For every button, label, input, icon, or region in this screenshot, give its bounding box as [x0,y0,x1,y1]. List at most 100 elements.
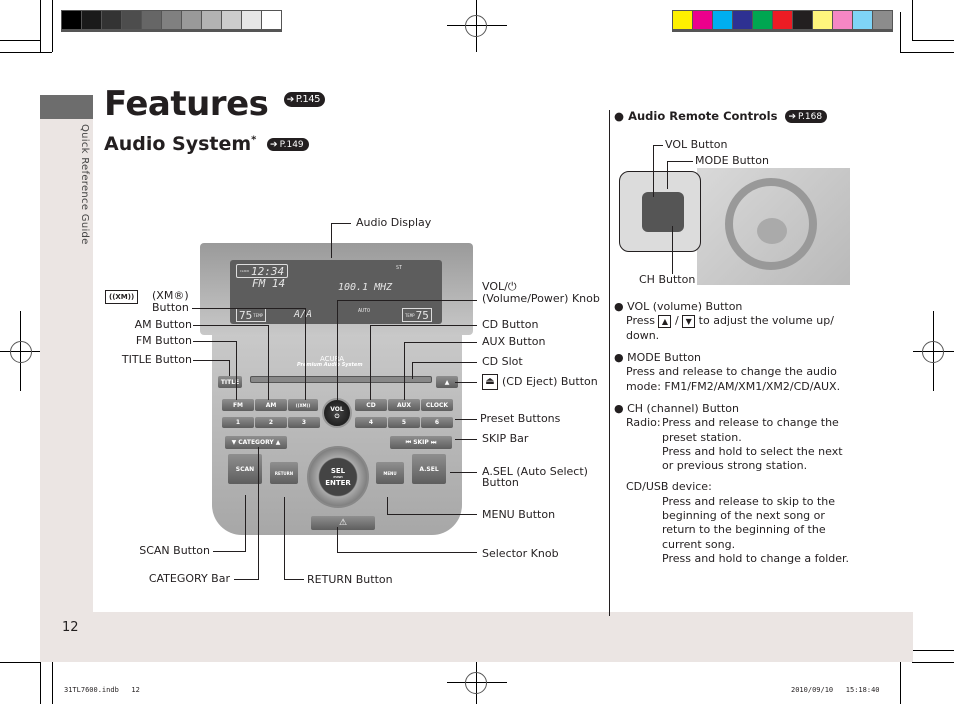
color-swatch [773,11,792,29]
color-swatch [793,11,812,29]
mode-readout: A/A [294,309,313,320]
temp-left: 75 TEMP [236,308,266,322]
file-slug: 31TL7600.indb 12 [64,686,140,694]
leader-line [234,579,258,580]
eject-icon: ⏏ [482,374,498,390]
color-swatch [222,11,241,29]
bullet-icon: ● [614,351,624,364]
category-bar[interactable]: ▼ CATEGORY ▲ [225,436,287,449]
leader-line [404,342,477,343]
callout-title-button: TITLE Button [121,353,192,366]
leader-line [331,223,332,258]
leader-line [337,300,338,400]
clock-readout: CLOCK 12:34 [236,264,289,278]
ch-cd-label: CD/USB device: [626,480,712,494]
color-swatch [833,11,852,29]
leader-line [667,161,668,189]
preset-button-4[interactable]: 4 [355,417,387,428]
leader-line [370,325,477,326]
crop-mark [0,40,40,41]
callout-eject-button: (CD Eject) Button [502,375,598,388]
color-swatch [142,11,161,29]
registration-mark [10,341,32,363]
skip-bar[interactable]: ⏮ SKIP ⏭ [390,436,452,449]
preset-button-5[interactable]: 5 [388,417,420,428]
volume-knob[interactable]: VOL ⏻ [322,398,352,428]
callout-xm-button-2: Button [152,301,189,314]
xm-badge: ((XM)) [105,290,139,304]
callout-remote-mode: MODE Button [695,154,769,167]
section-title: Audio System* ➔ P.149 [104,133,309,155]
grayscale-color-bar [61,10,282,32]
title-button[interactable]: TITLE [218,376,242,388]
up-arrow-icon: ▲ [658,314,672,328]
preset-button-2[interactable]: 2 [255,417,287,428]
ch-section-title: ● CH (channel) Button [614,402,740,415]
bullet-icon: ● [614,300,624,313]
callout-scan-button: SCAN Button [139,544,210,557]
callout-menu-button: MENU Button [482,508,556,521]
leader-line [455,419,477,420]
leader-line [337,527,338,552]
registration-mark [922,341,944,363]
callout-audio-display: Audio Display [356,216,432,229]
clock-button[interactable]: CLOCK [421,399,453,411]
leader-line [672,226,673,280]
steering-wheel-hub [757,218,787,244]
color-swatch [713,11,732,29]
asel-button[interactable]: A.SEL [412,454,446,484]
mode-section-line: Press and release to change the audio [626,365,837,379]
callout-category-bar: CATEGORY Bar [148,572,230,585]
remote-ref-link[interactable]: ➔ P.168 [785,110,828,123]
callout-remote-ch: CH Button [639,273,696,286]
callout-vol-knob-2: (Volume/Power) Knob [482,292,600,305]
section-ref-link[interactable]: ➔ P.149 [267,138,309,151]
aux-button[interactable]: AUX [388,399,420,411]
callout-preset-buttons: Preset Buttons [480,412,561,425]
leader-line [387,514,477,515]
remote-heading: ● Audio Remote Controls ➔ P.168 [614,109,828,123]
callout-aux-button: AUX Button [482,335,546,348]
leader-line [337,300,477,301]
color-swatch [673,11,692,29]
xm-button[interactable]: ((XM)) [288,399,318,411]
crop-mark [0,662,40,663]
preset-button-1[interactable]: 1 [222,417,254,428]
page-number: 12 [62,620,79,635]
vol-section-title: ● VOL (volume) Button [614,300,743,313]
column-divider [609,110,610,616]
leader-line [245,495,246,552]
leader-line [229,360,230,376]
process-color-bar [672,10,893,32]
color-swatch [262,11,281,29]
color-swatch [62,11,81,29]
print-timestamp: 2010/09/10 15:18:40 [791,686,880,694]
return-button[interactable]: RETURN [270,462,298,484]
hazard-button[interactable]: ⚠ [311,516,375,530]
bullet-icon: ● [614,402,624,415]
registration-mark [465,672,487,694]
band-readout: FM 14 [252,277,286,290]
cd-button[interactable]: CD [355,399,387,411]
am-button[interactable]: AM [255,399,287,411]
callout-remote-vol: VOL Button [665,138,728,151]
leader-line [268,325,269,400]
remote-controls-inset [619,171,701,252]
crop-mark [900,52,954,53]
selector-knob[interactable]: SEL PUSH ENTER [307,446,369,508]
leader-line [455,382,477,383]
crop-mark [40,0,41,52]
preset-button-6[interactable]: 6 [421,417,453,428]
st-indicator: ST [396,265,403,271]
leader-line [455,439,477,440]
leader-line [370,325,371,400]
fm-button[interactable]: FM [222,399,254,411]
leader-line [258,447,259,580]
menu-button[interactable]: MENU [376,462,404,484]
page-ref-link[interactable]: ➔ P.145 [283,92,326,107]
leader-line [337,552,477,553]
color-swatch [242,11,261,29]
scan-button[interactable]: SCAN [228,454,262,484]
preset-button-3[interactable]: 3 [288,417,320,428]
leader-line [412,362,477,363]
